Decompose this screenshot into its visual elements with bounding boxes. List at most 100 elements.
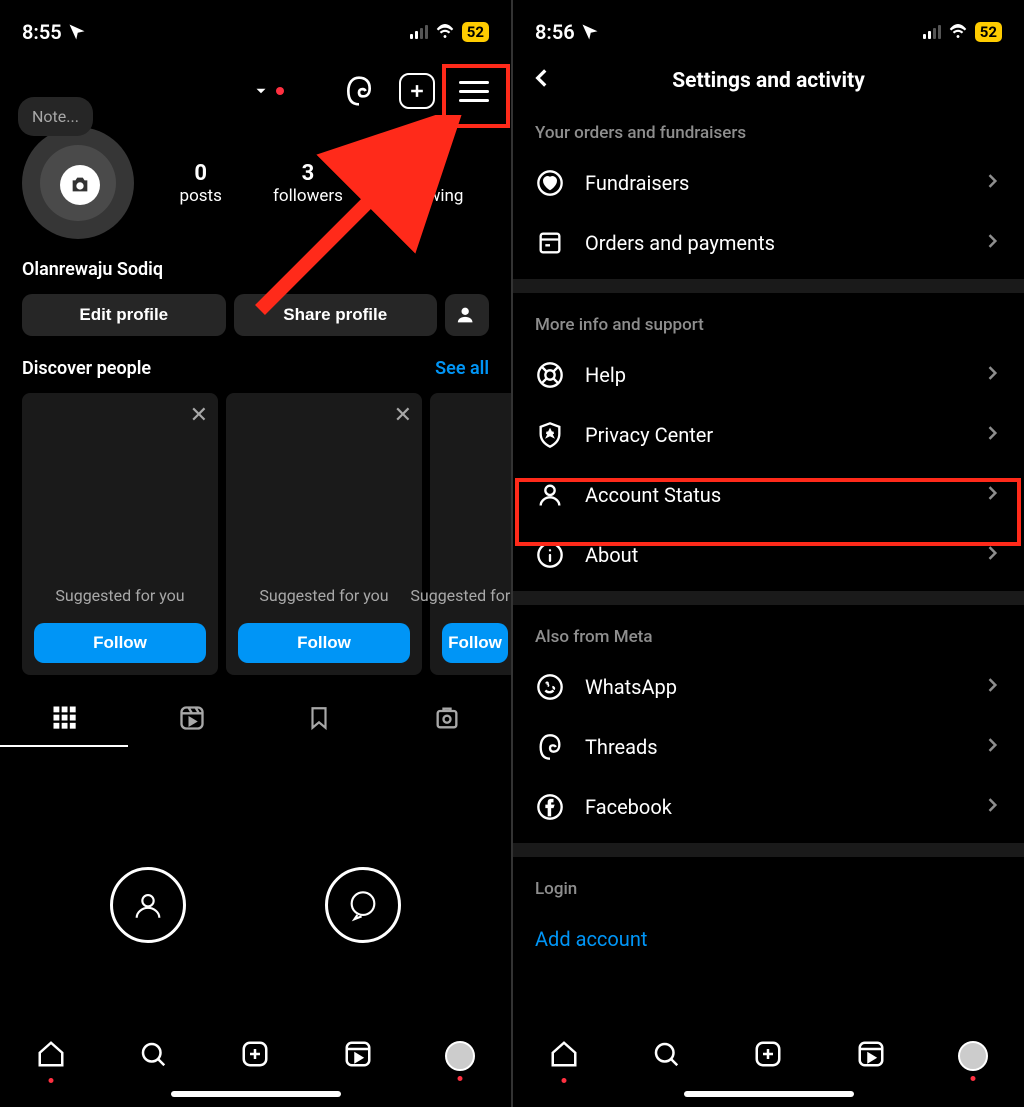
item-label: Help	[585, 363, 962, 387]
signal-icon	[410, 25, 428, 39]
nav-profile[interactable]	[445, 1041, 475, 1071]
chevron-right-icon	[982, 543, 1002, 568]
threads-icon	[535, 733, 565, 761]
discover-card: ✕ Suggested for you Follow	[226, 393, 422, 675]
item-whatsapp[interactable]: WhatsApp	[513, 657, 1024, 717]
follow-button[interactable]: Follow	[34, 623, 206, 663]
home-indicator	[171, 1091, 341, 1097]
close-icon[interactable]: ✕	[190, 403, 208, 428]
section-orders-label: Your orders and fundraisers	[513, 107, 1024, 153]
lifebuoy-icon	[535, 361, 565, 389]
section-login-label: Login	[513, 863, 1024, 909]
discover-cards: ✕ Suggested for you Follow ✕ Suggested f…	[0, 393, 511, 675]
home-icon	[36, 1039, 66, 1069]
close-icon[interactable]: ✕	[394, 403, 412, 428]
stat-posts[interactable]: 0 posts	[180, 161, 222, 206]
chevron-right-icon	[982, 171, 1002, 196]
item-threads[interactable]: Threads	[513, 717, 1024, 777]
see-all-link[interactable]: See all	[435, 358, 489, 379]
tagged-icon	[433, 704, 461, 732]
tab-reels[interactable]	[128, 704, 256, 746]
stat-following[interactable]: 6 following	[394, 161, 463, 206]
nav-reels[interactable]	[343, 1039, 373, 1073]
location-icon	[68, 23, 86, 41]
grid-icon	[50, 703, 78, 731]
chevron-right-icon	[982, 735, 1002, 760]
section-more-info-label: More info and support	[513, 299, 1024, 345]
tab-tagged[interactable]	[383, 704, 511, 746]
bookmark-icon	[306, 704, 332, 732]
search-icon	[138, 1039, 168, 1069]
item-label: Threads	[585, 735, 962, 759]
profile-stats: Note... 0 posts 3 followers 6 following	[0, 127, 511, 239]
item-facebook[interactable]: Facebook	[513, 777, 1024, 837]
nav-create[interactable]	[240, 1039, 270, 1073]
battery-badge: 52	[975, 22, 1002, 42]
chevron-right-icon	[982, 795, 1002, 820]
chevron-left-icon	[529, 65, 555, 91]
add-account-link[interactable]: Add account	[513, 909, 1024, 969]
nav-reels[interactable]	[856, 1039, 886, 1073]
discover-card: ✕ Suggested for you Follow	[22, 393, 218, 675]
follow-button[interactable]: Follow	[238, 623, 410, 663]
chevron-right-icon	[982, 363, 1002, 388]
threads-icon[interactable]	[343, 75, 375, 107]
suggested-label: Suggested for you	[55, 586, 184, 605]
item-help[interactable]: Help	[513, 345, 1024, 405]
item-fundraisers[interactable]: Fundraisers	[513, 153, 1024, 213]
item-label: Facebook	[585, 795, 962, 819]
share-profile-button[interactable]: Share profile	[234, 294, 438, 336]
item-account-status[interactable]: Account Status	[513, 465, 1024, 525]
nav-create[interactable]	[753, 1039, 783, 1073]
nav-home[interactable]	[36, 1039, 66, 1073]
settings-header: Settings and activity	[513, 55, 1024, 107]
back-button[interactable]	[529, 65, 555, 97]
tab-saved[interactable]	[256, 704, 384, 746]
discover-people-button[interactable]	[445, 294, 489, 336]
info-icon	[535, 541, 565, 569]
empty-chat-icon	[325, 867, 401, 943]
item-privacy-center[interactable]: Privacy Center	[513, 405, 1024, 465]
heart-circle-icon	[535, 169, 565, 197]
item-label: Orders and payments	[585, 231, 962, 255]
note-bubble[interactable]: Note...	[18, 97, 93, 136]
tab-grid[interactable]	[0, 703, 128, 747]
section-also-meta-label: Also from Meta	[513, 611, 1024, 657]
item-orders-payments[interactable]: Orders and payments	[513, 213, 1024, 273]
search-icon	[651, 1039, 681, 1069]
reels-icon	[343, 1039, 373, 1069]
page-title: Settings and activity	[672, 69, 865, 93]
create-button[interactable]	[399, 73, 435, 109]
status-time: 8:56	[535, 20, 575, 44]
signal-icon	[923, 25, 941, 39]
follow-button[interactable]: Follow	[442, 623, 508, 663]
profile-screen: 8:55 52 Note...	[0, 0, 511, 1107]
avatar-icon	[958, 1041, 988, 1071]
camera-icon[interactable]	[60, 165, 100, 205]
add-user-icon	[456, 304, 478, 326]
wifi-icon	[947, 23, 969, 41]
empty-profile-icon	[110, 867, 186, 943]
home-indicator	[684, 1091, 854, 1097]
status-bar: 8:55 52	[0, 0, 511, 55]
menu-button[interactable]	[459, 81, 489, 102]
nav-search[interactable]	[651, 1039, 681, 1073]
account-switcher[interactable]	[252, 82, 284, 100]
item-about[interactable]: About	[513, 525, 1024, 585]
person-icon	[535, 481, 565, 509]
battery-badge: 52	[462, 22, 489, 42]
edit-profile-button[interactable]: Edit profile	[22, 294, 226, 336]
nav-profile[interactable]	[958, 1041, 988, 1071]
shield-icon	[535, 421, 565, 449]
nav-search[interactable]	[138, 1039, 168, 1073]
status-bar: 8:56 52	[513, 0, 1024, 55]
plus-icon	[407, 81, 427, 101]
location-icon	[581, 23, 599, 41]
profile-tabs	[0, 685, 511, 747]
home-icon	[549, 1039, 579, 1069]
stat-followers[interactable]: 3 followers	[273, 161, 343, 206]
display-name: Olanrewaju Sodiq	[0, 239, 511, 294]
nav-home[interactable]	[549, 1039, 579, 1073]
notification-dot	[276, 87, 284, 95]
settings-screen: 8:56 52 Settings and activity Your order…	[513, 0, 1024, 1107]
